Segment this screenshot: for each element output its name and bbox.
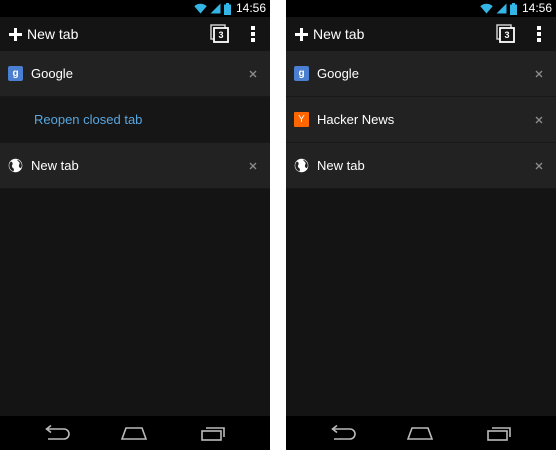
back-icon[interactable] bbox=[40, 423, 72, 443]
globe-icon bbox=[294, 158, 309, 173]
close-icon[interactable] bbox=[246, 67, 260, 81]
battery-icon bbox=[509, 2, 517, 15]
tab-title: Google bbox=[31, 66, 73, 81]
tab-count: 3 bbox=[504, 30, 510, 40]
more-vert-icon bbox=[537, 26, 541, 42]
phone-screen-right: 14:56 New tab 3 g Google Y Hacker News N… bbox=[286, 0, 556, 450]
overflow-menu-button[interactable] bbox=[247, 24, 259, 44]
home-icon[interactable] bbox=[404, 423, 436, 443]
tab-count: 3 bbox=[218, 30, 224, 40]
signal-icon bbox=[210, 3, 221, 14]
close-icon[interactable] bbox=[532, 159, 546, 173]
toolbar: New tab 3 bbox=[286, 17, 556, 51]
globe-icon bbox=[8, 158, 23, 173]
plus-icon bbox=[295, 27, 308, 41]
close-icon[interactable] bbox=[246, 159, 260, 173]
back-icon[interactable] bbox=[326, 423, 358, 443]
reopen-closed-tab-link[interactable]: Reopen closed tab bbox=[34, 111, 142, 128]
tab-switcher-button[interactable]: 3 bbox=[496, 24, 516, 44]
home-icon[interactable] bbox=[118, 423, 150, 443]
recent-apps-icon[interactable] bbox=[484, 423, 516, 443]
tab-item-google[interactable]: g Google bbox=[0, 51, 270, 97]
new-tab-button[interactable]: New tab bbox=[295, 23, 364, 45]
new-tab-label: New tab bbox=[313, 26, 365, 42]
navigation-bar bbox=[0, 416, 270, 450]
wifi-icon bbox=[194, 3, 207, 14]
tab-item-new-tab[interactable]: New tab bbox=[286, 143, 556, 189]
tab-item-google[interactable]: g Google bbox=[286, 51, 556, 97]
hacker-news-favicon: Y bbox=[294, 112, 309, 127]
recent-apps-icon[interactable] bbox=[198, 423, 230, 443]
google-favicon: g bbox=[8, 66, 23, 81]
tab-title: Hacker News bbox=[317, 112, 395, 127]
status-bar: 14:56 bbox=[286, 0, 556, 17]
tab-title: New tab bbox=[31, 158, 79, 173]
tab-item-new-tab[interactable]: New tab bbox=[0, 143, 270, 189]
more-vert-icon bbox=[251, 26, 255, 42]
wifi-icon bbox=[480, 3, 493, 14]
status-time: 14:56 bbox=[235, 1, 266, 15]
status-time: 14:56 bbox=[521, 1, 552, 15]
new-tab-label: New tab bbox=[27, 26, 79, 42]
reopen-closed-tab-row: Reopen closed tab bbox=[0, 97, 270, 143]
new-tab-button[interactable]: New tab bbox=[9, 23, 78, 45]
status-icons: 14:56 bbox=[194, 1, 266, 16]
plus-icon bbox=[9, 27, 22, 41]
tab-switcher-button[interactable]: 3 bbox=[210, 24, 230, 44]
navigation-bar bbox=[286, 416, 556, 450]
close-icon[interactable] bbox=[532, 113, 546, 127]
battery-icon bbox=[223, 2, 231, 15]
tab-item-hacker-news[interactable]: Y Hacker News bbox=[286, 97, 556, 143]
toolbar: New tab 3 bbox=[0, 17, 270, 51]
tab-list: g Google Y Hacker News New tab bbox=[286, 51, 556, 189]
close-icon[interactable] bbox=[532, 67, 546, 81]
overflow-menu-button[interactable] bbox=[533, 24, 545, 44]
status-bar: 14:56 bbox=[0, 0, 270, 17]
signal-icon bbox=[496, 3, 507, 14]
tab-list: g Google Reopen closed tab New tab bbox=[0, 51, 270, 189]
status-icons: 14:56 bbox=[480, 1, 552, 16]
tab-title: New tab bbox=[317, 158, 365, 173]
google-favicon: g bbox=[294, 66, 309, 81]
phone-screen-left: 14:56 New tab 3 g Google Reopen closed t… bbox=[0, 0, 270, 450]
tab-title: Google bbox=[317, 66, 359, 81]
